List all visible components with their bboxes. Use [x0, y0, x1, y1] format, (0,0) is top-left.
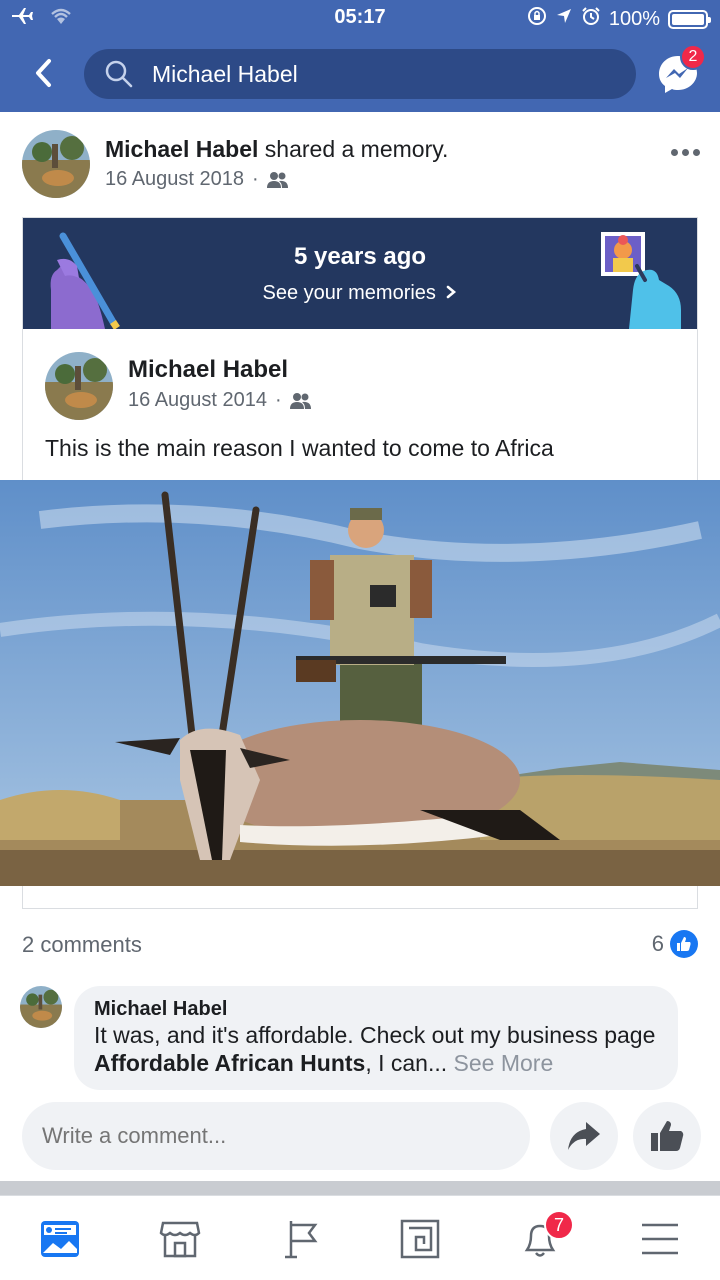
share-icon [568, 1122, 600, 1150]
post-date[interactable]: 16 August 2018 [105, 168, 244, 191]
engagement-row: 2 comments 6 [0, 920, 720, 970]
comment-text-after: , I can... [365, 1050, 454, 1076]
search-input[interactable] [152, 60, 592, 88]
see-memories-link[interactable]: See your memories [23, 282, 697, 305]
tab-news-feed[interactable] [30, 1214, 90, 1264]
pages-icon [285, 1221, 318, 1259]
see-more-link[interactable]: See More [454, 1050, 554, 1076]
battery-icon [668, 9, 711, 29]
battery-percent: 100% [608, 7, 660, 30]
more-options-button[interactable] [665, 140, 705, 164]
messenger-badge: 2 [680, 44, 706, 70]
see-memories-label: See your memories [262, 282, 436, 304]
original-post-text: This is the main reason I wanted to come… [45, 435, 554, 461]
comment-input[interactable] [42, 1120, 502, 1152]
bottom-tab-bar: 7 [0, 1195, 720, 1280]
comment-bubble[interactable]: Michael Habel It was, and it's affordabl… [74, 986, 678, 1090]
likes-count-value: 6 [651, 931, 664, 956]
share-button[interactable] [550, 1102, 618, 1170]
comment-avatar[interactable] [20, 986, 62, 1028]
comment-composer[interactable] [22, 1102, 530, 1170]
original-post-date[interactable]: 16 August 2014 [128, 389, 267, 412]
tab-menu[interactable] [630, 1214, 690, 1264]
original-post-author[interactable]: Michael Habel [128, 356, 288, 384]
notifications-badge: 7 [544, 1210, 574, 1240]
location-icon [555, 7, 573, 31]
post-header: Michael Habel shared a memory. 16 August… [0, 112, 720, 212]
battery-fill [672, 13, 704, 25]
memory-banner[interactable]: 5 years ago See your memories [23, 218, 697, 329]
comment-author[interactable]: Michael Habel [94, 998, 658, 1021]
original-post-meta: 16 August 2014 · [128, 389, 312, 412]
status-bar: 05:17 100% [0, 0, 720, 36]
menu-icon [642, 1223, 678, 1255]
section-divider [0, 1181, 720, 1195]
tab-notifications[interactable]: 7 [510, 1210, 574, 1264]
post-photo[interactable] [0, 480, 720, 886]
original-post-avatar[interactable] [45, 352, 113, 420]
like-reaction-icon [670, 930, 698, 958]
news-feed-icon [41, 1221, 79, 1257]
orientation-lock-icon [527, 6, 547, 32]
like-button[interactable] [633, 1102, 701, 1170]
messenger-button[interactable]: 2 [654, 44, 706, 98]
meta-separator: · [275, 389, 282, 411]
friends-icon [289, 392, 311, 409]
tab-marketplace[interactable] [150, 1214, 210, 1264]
search-icon [105, 60, 133, 88]
chevron-right-icon [447, 285, 457, 299]
thumbs-up-icon [651, 1121, 684, 1151]
post-author[interactable]: Michael Habel [105, 136, 258, 162]
friends-icon [266, 171, 288, 188]
avatar[interactable] [22, 130, 90, 198]
chevron-left-icon [36, 59, 51, 87]
back-button[interactable] [26, 56, 60, 90]
comment-text: It was, and it's affordable. Check out m… [94, 1021, 658, 1077]
comment-page-link[interactable]: Affordable African Hunts [94, 1050, 365, 1076]
groups-icon [400, 1219, 440, 1259]
alarm-icon [581, 6, 601, 32]
tab-groups[interactable] [390, 1214, 450, 1264]
meta-separator: · [252, 168, 259, 190]
comments-count[interactable]: 2 comments [22, 932, 142, 958]
comment-text-before: It was, and it's affordable. Check out m… [94, 1022, 656, 1048]
top-header: 05:17 100% 2 [0, 0, 720, 112]
search-bar[interactable] [84, 49, 636, 99]
tab-pages[interactable] [272, 1214, 332, 1264]
post-title: Michael Habel shared a memory. [105, 136, 448, 163]
likes-count[interactable]: 6 [652, 930, 698, 958]
nav-bar: 2 [0, 44, 720, 106]
post-action: shared a memory. [258, 136, 449, 162]
memory-years-ago: 5 years ago [293, 243, 427, 270]
marketplace-icon [159, 1221, 201, 1258]
post-meta: 16 August 2018 · [105, 168, 289, 191]
